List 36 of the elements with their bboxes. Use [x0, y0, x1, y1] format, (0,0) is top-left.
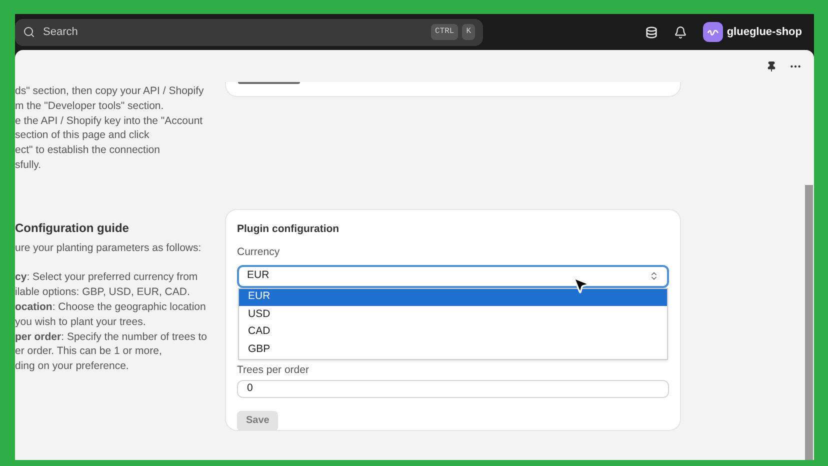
- instruction-text: ds" section, then copy your API / Shopify: [15, 84, 204, 99]
- search-input[interactable]: Search: [43, 24, 423, 40]
- dropdown-option[interactable]: CAD: [239, 324, 667, 341]
- instruction-text: sfully.: [15, 158, 42, 173]
- instruction-text: ect" to establish the connection: [15, 143, 160, 158]
- pin-icon[interactable]: [766, 60, 777, 72]
- card-title: Plugin configuration: [237, 222, 340, 237]
- database-icon[interactable]: [644, 26, 658, 38]
- currency-select[interactable]: EUR: [237, 264, 669, 288]
- guide-text: cy: Select your preferred currency from: [15, 270, 198, 286]
- guide-text: ilable options: GBP, USD, EUR, CAD.: [15, 285, 190, 300]
- bell-icon[interactable]: [674, 26, 687, 38]
- trees-label: Trees per order: [237, 362, 309, 378]
- scrollbar-thumb[interactable]: [805, 185, 813, 460]
- dropdown-option[interactable]: GBP: [239, 341, 667, 358]
- dropdown-option[interactable]: USD: [239, 306, 667, 324]
- instruction-text: section of this page and click: [15, 128, 150, 144]
- shop-name[interactable]: glueglue-shop: [726, 24, 802, 40]
- guide-text: per order: Specify the number of trees to: [15, 330, 208, 344]
- guide-text: you wish to plant your trees.: [15, 314, 146, 330]
- trees-input[interactable]: 0: [237, 380, 669, 398]
- dropdown-option[interactable]: EUR: [239, 288, 667, 306]
- guide-text: ding on your preference.: [15, 359, 129, 374]
- instruction-text: e the API / Shopify key into the "Account: [15, 114, 203, 128]
- guide-text: er order. This can be 1 or more,: [15, 344, 162, 360]
- shortcut-key: K: [462, 24, 475, 40]
- instruction-text: m the "Developer tools" section.: [15, 98, 164, 114]
- guide-text: ocation: Choose the geographic location: [15, 300, 206, 315]
- chevron-icon: [649, 271, 659, 281]
- shop-avatar[interactable]: [702, 22, 723, 42]
- guide-title: Configuration guide: [15, 220, 129, 236]
- search-field[interactable]: Search CTRL K: [15, 18, 483, 46]
- shortcut-key: CTRL: [430, 24, 458, 40]
- guide-intro: ure your planting parameters as follows:: [15, 240, 202, 256]
- currency-label: Currency: [237, 244, 280, 260]
- search-icon: [23, 26, 35, 38]
